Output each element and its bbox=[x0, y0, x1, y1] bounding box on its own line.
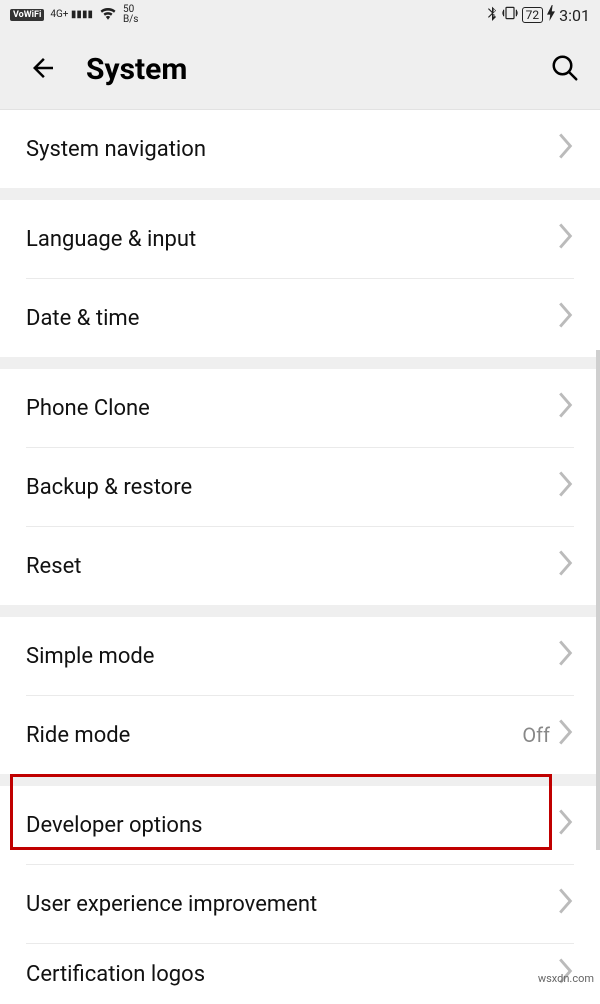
row-ride-mode[interactable]: Ride mode Off bbox=[0, 696, 600, 774]
row-label: Developer options bbox=[26, 813, 558, 838]
status-right: 72 3:01 bbox=[486, 5, 590, 25]
row-label: Reset bbox=[26, 554, 558, 579]
row-language-input[interactable]: Language & input bbox=[0, 200, 600, 278]
row-date-time[interactable]: Date & time bbox=[0, 279, 600, 357]
row-reset[interactable]: Reset bbox=[0, 527, 600, 605]
chevron-right-icon bbox=[558, 809, 574, 841]
row-label: Certification logos bbox=[26, 962, 558, 987]
chevron-right-icon bbox=[558, 550, 574, 582]
row-label: System navigation bbox=[26, 137, 558, 162]
row-label: Simple mode bbox=[26, 644, 558, 669]
chevron-right-icon bbox=[558, 302, 574, 334]
settings-group: Language & input Date & time bbox=[0, 200, 600, 357]
chevron-right-icon bbox=[558, 471, 574, 503]
row-system-navigation[interactable]: System navigation bbox=[0, 110, 600, 188]
battery-icon: 72 bbox=[522, 7, 544, 23]
chevron-right-icon bbox=[558, 888, 574, 920]
app-header: System bbox=[0, 30, 600, 110]
row-certification-logos[interactable]: Certification logos bbox=[0, 944, 600, 1004]
search-icon[interactable] bbox=[550, 53, 580, 87]
row-developer-options[interactable]: Developer options bbox=[0, 786, 600, 864]
status-bar: VoWiFi 4G+ ▮▮▮▮ 50B/s 72 3:01 bbox=[0, 0, 600, 30]
chevron-right-icon bbox=[558, 223, 574, 255]
watermark: wsxdn.com bbox=[538, 972, 594, 985]
chevron-right-icon bbox=[558, 392, 574, 424]
chevron-right-icon bbox=[558, 640, 574, 672]
row-simple-mode[interactable]: Simple mode bbox=[0, 617, 600, 695]
vowifi-badge: VoWiFi bbox=[10, 9, 44, 21]
data-rate: 50B/s bbox=[123, 5, 139, 25]
row-label: Language & input bbox=[26, 227, 558, 252]
settings-group: Phone Clone Backup & restore Reset bbox=[0, 369, 600, 605]
bluetooth-icon bbox=[486, 5, 498, 25]
charging-icon bbox=[547, 5, 555, 25]
settings-group: Simple mode Ride mode Off bbox=[0, 617, 600, 774]
page-title: System bbox=[86, 52, 522, 87]
row-value: Off bbox=[522, 723, 550, 747]
row-label: Backup & restore bbox=[26, 475, 558, 500]
settings-group: System navigation bbox=[0, 110, 600, 188]
chevron-right-icon bbox=[558, 719, 574, 751]
row-backup-restore[interactable]: Backup & restore bbox=[0, 448, 600, 526]
settings-group: Developer options User experience improv… bbox=[0, 786, 600, 1004]
row-phone-clone[interactable]: Phone Clone bbox=[0, 369, 600, 447]
scrollbar[interactable] bbox=[596, 350, 600, 850]
row-label: Date & time bbox=[26, 306, 558, 331]
vibrate-icon bbox=[502, 5, 518, 25]
row-user-experience-improvement[interactable]: User experience improvement bbox=[0, 865, 600, 943]
back-icon[interactable] bbox=[28, 53, 58, 87]
chevron-right-icon bbox=[558, 133, 574, 165]
status-left: VoWiFi 4G+ ▮▮▮▮ 50B/s bbox=[10, 5, 138, 25]
clock-text: 3:01 bbox=[559, 6, 590, 25]
network-icon: 4G+ ▮▮▮▮ bbox=[50, 10, 93, 20]
row-label: Phone Clone bbox=[26, 396, 558, 421]
row-label: User experience improvement bbox=[26, 892, 558, 917]
wifi-icon bbox=[99, 6, 117, 24]
row-label: Ride mode bbox=[26, 723, 522, 748]
